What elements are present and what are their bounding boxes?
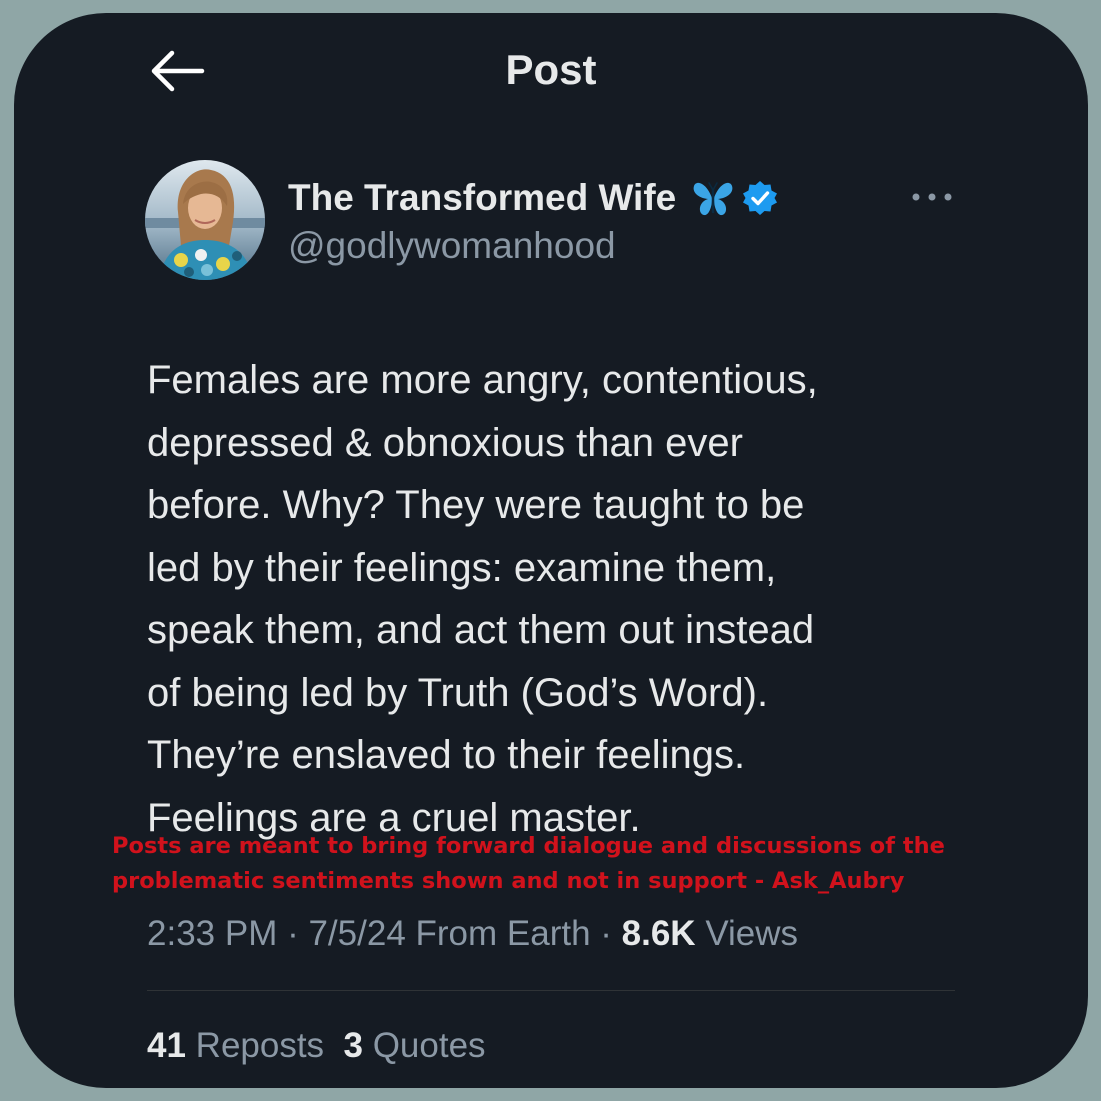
views-label: Views [695, 914, 799, 953]
quotes-label: Quotes [362, 1026, 486, 1065]
avatar[interactable] [145, 160, 265, 280]
more-options-button[interactable] [904, 179, 960, 215]
quotes-count: 3 [343, 1026, 363, 1065]
post-date[interactable]: 7/5/24 [308, 914, 405, 953]
butterfly-emoji-icon [693, 182, 733, 216]
author-name-row: The Transformed Wife [288, 173, 778, 223]
quotes-stat[interactable]: 3 Quotes [344, 1026, 486, 1065]
post-location: From Earth [405, 914, 591, 953]
post-metadata: 2:33 PM · 7/5/24 From Earth · 8.6K Views [147, 909, 798, 959]
post-time[interactable]: 2:33 PM [147, 914, 277, 953]
author-display-name[interactable]: The Transformed Wife [288, 177, 676, 219]
page-title: Post [505, 46, 597, 93]
reposts-stat[interactable]: 41 Reposts [147, 1026, 324, 1065]
disclaimer-overlay-text: Posts are meant to bring forward dialogu… [112, 833, 945, 894]
reposts-count: 41 [147, 1026, 186, 1065]
reposts-label: Reposts [185, 1026, 325, 1065]
meta-separator: · [590, 914, 622, 953]
engagement-stats: 41 Reposts 3 Quotes [147, 1021, 486, 1071]
post-card: Post The Transformed Wife @godlywomanhoo… [14, 13, 1088, 1088]
meta-separator: · [277, 914, 309, 953]
post-body-text: Females are more angry, contentious, dep… [147, 358, 818, 840]
divider [147, 990, 955, 991]
verified-badge-icon [743, 181, 778, 215]
avatar-photo [145, 160, 265, 280]
more-horizontal-icon [912, 193, 952, 201]
views-count: 8.6K [621, 914, 696, 953]
author-handle[interactable]: @godlywomanhood [288, 221, 616, 271]
top-bar: Post [14, 13, 1088, 125]
